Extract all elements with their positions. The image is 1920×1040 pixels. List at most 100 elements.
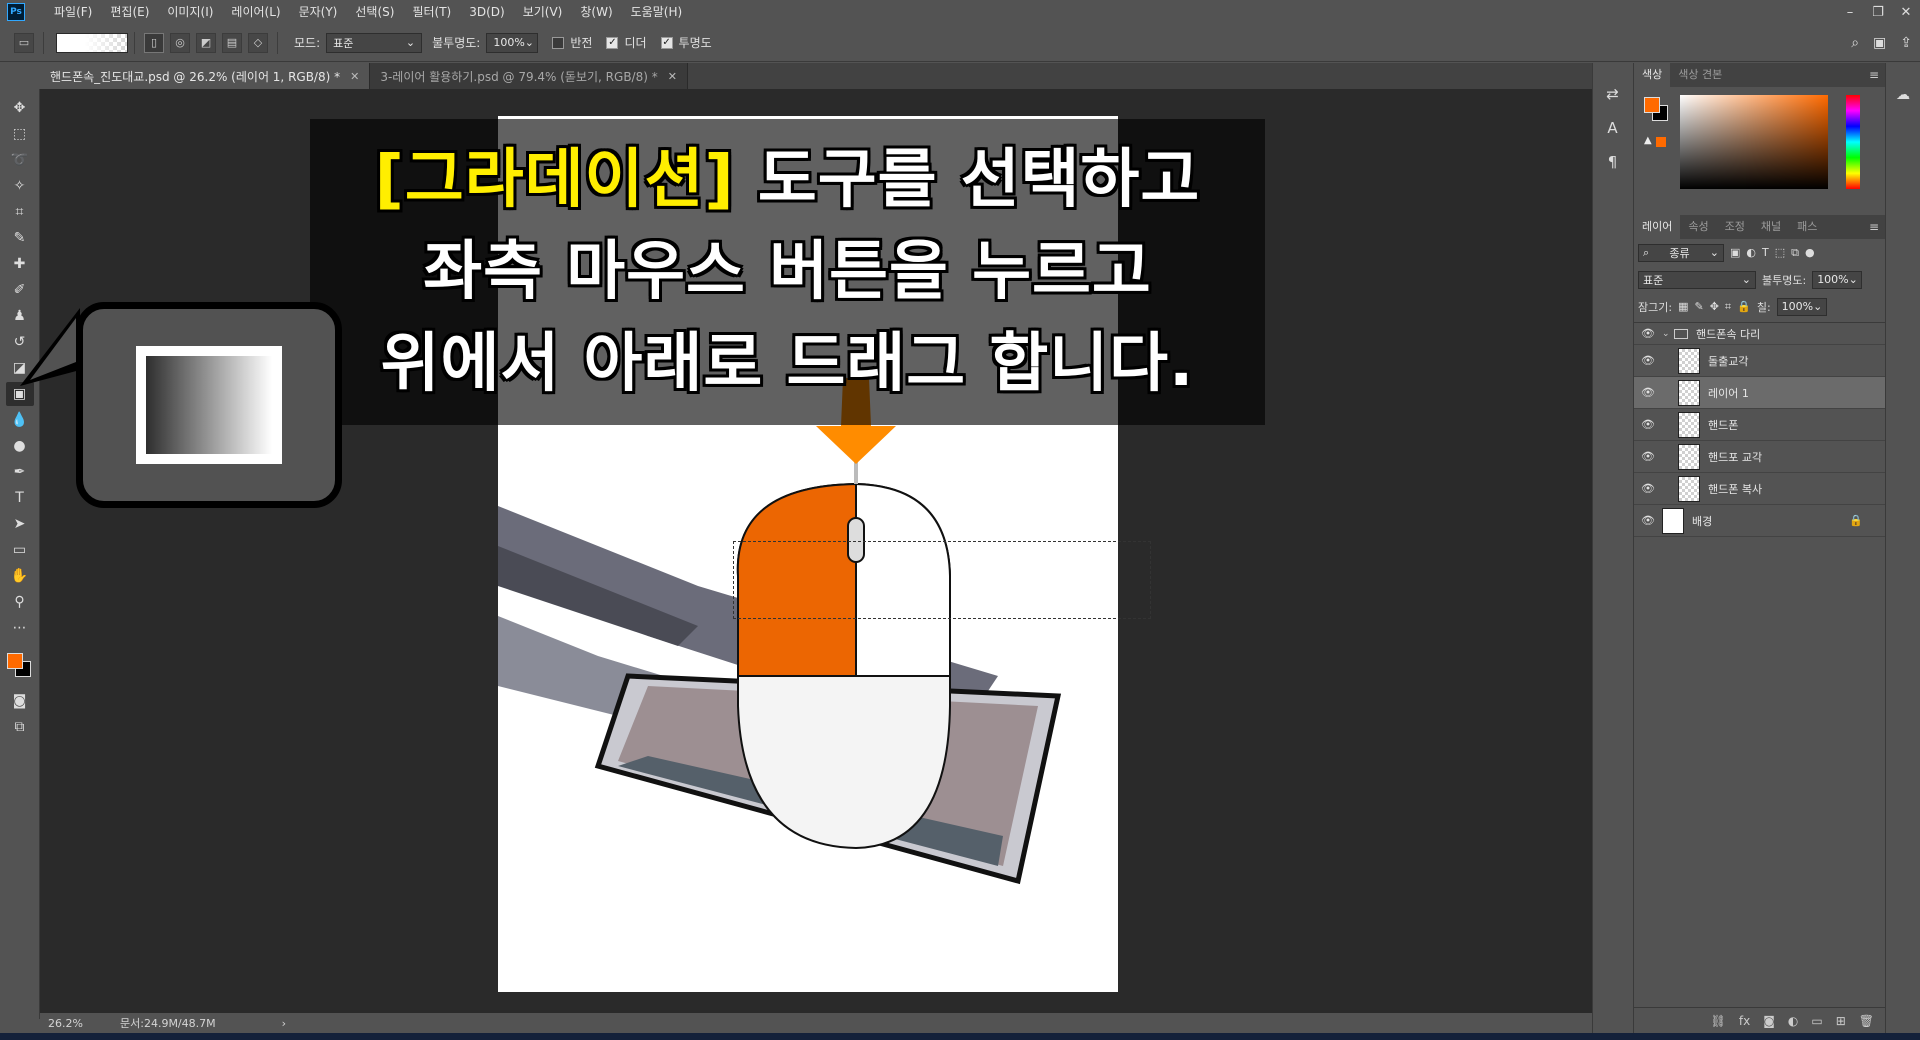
eye-icon[interactable]: 👁 bbox=[1634, 354, 1662, 367]
blur-tool-icon[interactable]: 💧 bbox=[6, 408, 34, 432]
tab-layers[interactable]: 레이어 bbox=[1634, 215, 1681, 239]
foreground-color-swatch[interactable] bbox=[6, 653, 23, 669]
tab-color[interactable]: 색상 bbox=[1634, 63, 1671, 87]
lock-position-icon[interactable]: ✥ bbox=[1710, 300, 1719, 313]
tab-paths[interactable]: 패스 bbox=[1789, 215, 1825, 239]
foreground-color-swatch[interactable] bbox=[1644, 97, 1660, 113]
tab-adjustments[interactable]: 조정 bbox=[1717, 215, 1753, 239]
radial-gradient-button[interactable]: ◎ bbox=[170, 32, 190, 53]
color-field[interactable] bbox=[1680, 95, 1828, 189]
transparency-checkbox[interactable]: ✓ 투명도 bbox=[660, 34, 712, 51]
filter-type-icon[interactable]: T bbox=[1762, 246, 1769, 259]
rectangle-tool-icon[interactable]: ▭ bbox=[6, 538, 34, 562]
trash-icon[interactable]: 🗑 bbox=[1859, 1014, 1874, 1028]
layer-opacity-field[interactable]: 100% ⌄ bbox=[1812, 270, 1863, 289]
filter-pixel-icon[interactable]: ▣ bbox=[1730, 246, 1740, 259]
hand-tool-icon[interactable]: ✋ bbox=[6, 564, 34, 588]
tab-document-2[interactable]: 3-레이어 활용하기.psd @ 79.4% (돋보기, RGB/8) * ✕ bbox=[370, 63, 688, 89]
eyedropper-tool-icon[interactable]: ✎ bbox=[6, 226, 34, 250]
tab-properties[interactable]: 속성 bbox=[1680, 215, 1716, 239]
quick-mask-icon[interactable]: ◙ bbox=[6, 689, 34, 713]
eye-icon[interactable]: 👁 bbox=[1634, 514, 1662, 527]
crop-tool-icon[interactable]: ⌗ bbox=[6, 200, 34, 224]
lock-all-icon[interactable]: 🔒 bbox=[1737, 300, 1751, 313]
mode-select[interactable]: 표준 ⌄ bbox=[326, 32, 423, 53]
eye-icon[interactable]: 👁 bbox=[1634, 418, 1662, 431]
panel-menu-icon[interactable]: ≡ bbox=[1869, 68, 1879, 82]
menu-layer[interactable]: 레이어(L) bbox=[222, 0, 289, 24]
tab-swatches[interactable]: 색상 견본 bbox=[1670, 63, 1730, 87]
new-layer-icon[interactable]: ⊞ bbox=[1836, 1014, 1846, 1028]
layer-row-background[interactable]: 👁 배경 🔒 bbox=[1634, 505, 1885, 537]
search-icon[interactable]: ⌕ bbox=[1851, 35, 1859, 51]
eye-icon[interactable]: 👁 bbox=[1634, 327, 1662, 340]
menu-window[interactable]: 창(W) bbox=[571, 0, 621, 24]
tab-channels[interactable]: 채널 bbox=[1753, 215, 1789, 239]
eye-icon[interactable]: 👁 bbox=[1634, 450, 1662, 463]
menu-type[interactable]: 문자(Y) bbox=[290, 0, 347, 24]
libraries-icon[interactable]: ☁ bbox=[1896, 87, 1910, 1033]
close-window-button[interactable]: ✕ bbox=[1892, 0, 1920, 24]
paragraph-panel-icon[interactable]: ¶ bbox=[1608, 153, 1618, 171]
close-icon[interactable]: ✕ bbox=[668, 70, 677, 83]
layer-row[interactable]: 👁 돌출교각 bbox=[1634, 345, 1885, 377]
lock-image-icon[interactable]: ✎ bbox=[1694, 300, 1703, 313]
character-panel-icon[interactable]: A bbox=[1607, 119, 1617, 137]
chevron-down-icon[interactable]: ⌄ bbox=[1662, 329, 1674, 339]
reverse-checkbox[interactable]: 반전 bbox=[552, 34, 592, 51]
type-tool-icon[interactable]: T bbox=[6, 486, 34, 510]
link-layers-icon[interactable]: ⛓ bbox=[1711, 1014, 1726, 1028]
linear-gradient-button[interactable]: ▯ bbox=[144, 32, 164, 53]
restore-button[interactable]: ❐ bbox=[1864, 0, 1892, 24]
pen-tool-icon[interactable]: ✒ bbox=[6, 460, 34, 484]
menu-edit[interactable]: 편집(E) bbox=[101, 0, 158, 24]
dither-checkbox[interactable]: ✓ 디더 bbox=[606, 34, 647, 51]
chevron-right-icon[interactable]: › bbox=[282, 1017, 286, 1030]
adjustment-layer-icon[interactable]: ◐ bbox=[1788, 1014, 1798, 1028]
menu-file[interactable]: 파일(F) bbox=[45, 0, 101, 24]
lock-transparent-icon[interactable]: ▦ bbox=[1678, 300, 1688, 313]
magic-wand-tool-icon[interactable]: ✧ bbox=[6, 174, 34, 198]
add-mask-icon[interactable]: ◙ bbox=[1763, 1014, 1775, 1028]
hue-slider[interactable] bbox=[1846, 95, 1860, 189]
tab-document-1[interactable]: 핸드폰속_진도대교.psd @ 26.2% (레이어 1, RGB/8) * ✕ bbox=[40, 63, 371, 89]
move-tool-icon[interactable]: ✥ bbox=[6, 96, 34, 120]
screen-mode-icon[interactable]: ⧉ bbox=[6, 715, 34, 739]
filter-toggle-icon[interactable]: ● bbox=[1805, 246, 1815, 259]
eye-icon[interactable]: 👁 bbox=[1634, 386, 1662, 399]
marquee-tool-icon[interactable]: ⬚ bbox=[6, 122, 34, 146]
layer-row-selected[interactable]: 👁 레이어 1 bbox=[1634, 377, 1885, 409]
brush-tool-icon[interactable]: ✐ bbox=[6, 278, 34, 302]
gradient-preview-picker[interactable] bbox=[56, 32, 128, 53]
workspace-icon[interactable]: ▣ bbox=[1873, 35, 1886, 51]
close-icon[interactable]: ✕ bbox=[350, 70, 359, 83]
history-panel-icon[interactable]: ⇄ bbox=[1606, 85, 1619, 103]
blend-mode-select[interactable]: 표준 ⌄ bbox=[1638, 270, 1756, 289]
path-selection-tool-icon[interactable]: ➤ bbox=[6, 512, 34, 536]
reflected-gradient-button[interactable]: ▤ bbox=[222, 32, 242, 53]
panel-menu-icon[interactable]: ≡ bbox=[1869, 220, 1879, 234]
menu-3d[interactable]: 3D(D) bbox=[460, 0, 513, 24]
angle-gradient-button[interactable]: ◩ bbox=[196, 32, 216, 53]
layer-filter-select[interactable]: ⌕ 종류 ⌄ bbox=[1638, 243, 1724, 262]
diamond-gradient-button[interactable]: ◇ bbox=[248, 32, 268, 53]
menu-view[interactable]: 보기(V) bbox=[514, 0, 572, 24]
healing-brush-tool-icon[interactable]: ✚ bbox=[6, 252, 34, 276]
more-tools-icon[interactable]: ⋯ bbox=[6, 616, 34, 640]
layer-row[interactable]: 👁 핸드폰 bbox=[1634, 409, 1885, 441]
filter-smart-object-icon[interactable]: ⧉ bbox=[1791, 246, 1799, 260]
eye-icon[interactable]: 👁 bbox=[1634, 482, 1662, 495]
lasso-tool-icon[interactable]: ➰ bbox=[6, 148, 34, 172]
filter-shape-icon[interactable]: ⬚ bbox=[1775, 246, 1785, 259]
zoom-level[interactable]: 26.2% bbox=[40, 1017, 100, 1030]
tool-preset-picker-icon[interactable]: ▭ bbox=[14, 32, 34, 53]
dodge-tool-icon[interactable]: ● bbox=[6, 434, 34, 458]
minimize-button[interactable]: – bbox=[1836, 0, 1864, 24]
gamut-color-swatch[interactable] bbox=[1656, 137, 1666, 147]
fx-icon[interactable]: fx bbox=[1739, 1014, 1750, 1028]
menu-select[interactable]: 선택(S) bbox=[346, 0, 403, 24]
zoom-tool-icon[interactable]: ⚲ bbox=[6, 590, 34, 614]
menu-filter[interactable]: 필터(T) bbox=[403, 0, 460, 24]
layer-row[interactable]: 👁 핸드포 교각 bbox=[1634, 441, 1885, 473]
new-group-icon[interactable]: ▭ bbox=[1811, 1014, 1822, 1028]
